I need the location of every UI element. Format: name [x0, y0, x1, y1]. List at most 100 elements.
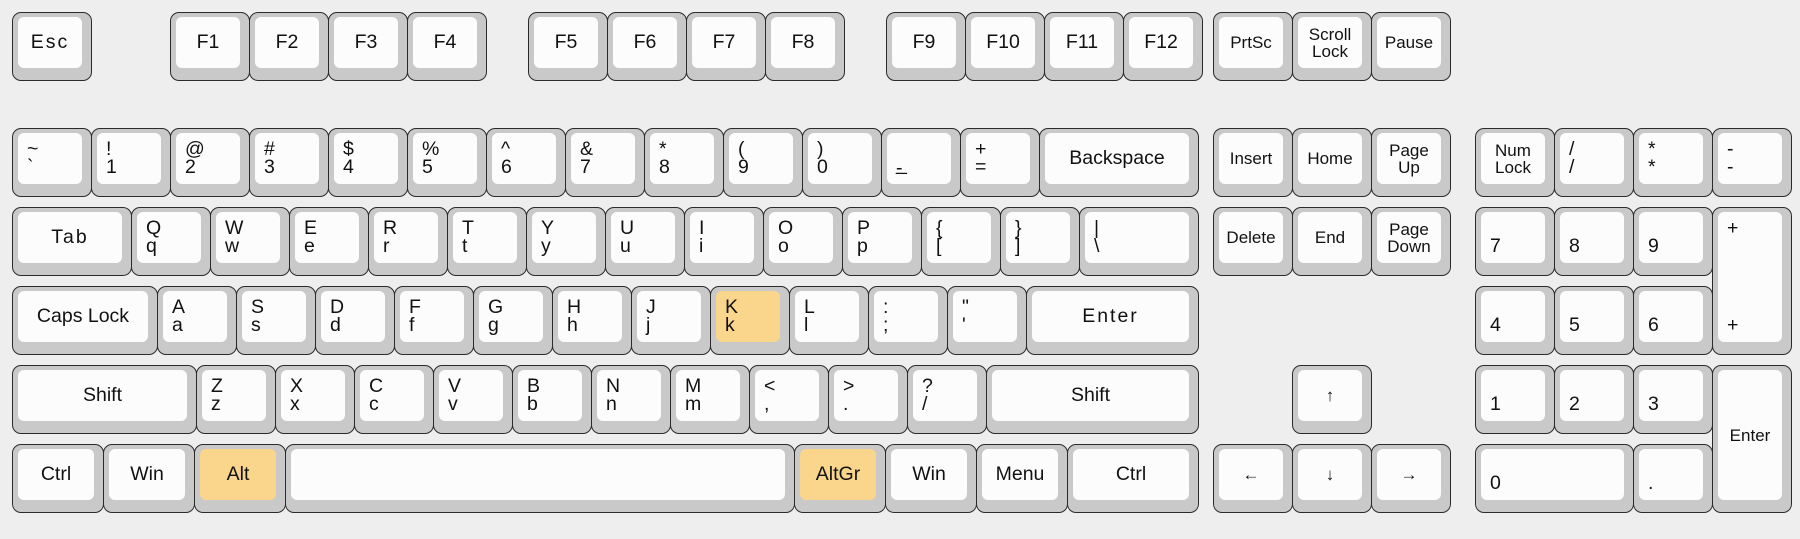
key-digit-3[interactable]: #3 — [249, 128, 329, 197]
key-b[interactable]: Bb — [512, 365, 592, 434]
key-digit-5[interactable]: % 5 — [407, 128, 487, 197]
key-digit-2[interactable]: @2 — [170, 128, 250, 197]
key-f9[interactable]: F9 — [886, 12, 966, 81]
key-numpad-add[interactable]: + + — [1712, 207, 1792, 355]
key-t[interactable]: Tt — [447, 207, 527, 276]
key-backslash[interactable]: | \ — [1079, 207, 1199, 276]
key-semicolon[interactable]: :; — [868, 286, 948, 355]
key-v[interactable]: Vv — [433, 365, 513, 434]
key-f6[interactable]: F6 — [607, 12, 687, 81]
key-f2[interactable]: F2 — [249, 12, 329, 81]
key-period[interactable]: >. — [828, 365, 908, 434]
key-f[interactable]: Ff — [394, 286, 474, 355]
key-bracket-right[interactable]: }] — [1000, 207, 1080, 276]
key-c[interactable]: Cc — [354, 365, 434, 434]
key-escape[interactable]: Esc — [12, 12, 92, 81]
key-numpad-8[interactable]: 8 — [1554, 207, 1634, 276]
key-space[interactable] — [285, 444, 795, 513]
key-d[interactable]: Dd — [315, 286, 395, 355]
key-j[interactable]: Jj — [631, 286, 711, 355]
key-f4[interactable]: F4 — [407, 12, 487, 81]
key-numpad-2[interactable]: 2 — [1554, 365, 1634, 434]
key-numpad-subtract[interactable]: -- — [1712, 128, 1792, 197]
key-menu[interactable]: Menu — [976, 444, 1068, 513]
key-caps-lock[interactable]: Caps Lock — [12, 286, 158, 355]
key-i[interactable]: Ii — [684, 207, 764, 276]
key-o[interactable]: Oo — [763, 207, 843, 276]
key-f11[interactable]: F11 — [1044, 12, 1124, 81]
key-digit-1[interactable]: ! 1 — [91, 128, 171, 197]
key-page-down[interactable]: Page Down — [1371, 207, 1451, 276]
key-a[interactable]: Aa — [157, 286, 237, 355]
key-r[interactable]: Rr — [368, 207, 448, 276]
key-f3[interactable]: F3 — [328, 12, 408, 81]
key-pause[interactable]: Pause — [1371, 12, 1451, 81]
key-f5[interactable]: F5 — [528, 12, 608, 81]
key-f12[interactable]: F12 — [1123, 12, 1203, 81]
key-numpad-4[interactable]: 4 — [1475, 286, 1555, 355]
key-z[interactable]: Zz — [196, 365, 276, 434]
key-m[interactable]: Mm — [670, 365, 750, 434]
key-numpad-5[interactable]: 5 — [1554, 286, 1634, 355]
key-digit-0[interactable]: ) 0 — [802, 128, 882, 197]
key-h[interactable]: Hh — [552, 286, 632, 355]
key-digit-7[interactable]: & 7 — [565, 128, 645, 197]
key-l[interactable]: Ll — [789, 286, 869, 355]
key-numpad-9[interactable]: 9 — [1633, 207, 1713, 276]
key-delete[interactable]: Delete — [1213, 207, 1293, 276]
key-shift-right[interactable]: Shift — [986, 365, 1199, 434]
key-numpad-0[interactable]: 0 — [1475, 444, 1634, 513]
key-backquote[interactable]: ~ ` — [12, 128, 92, 197]
key-control-right[interactable]: Ctrl — [1067, 444, 1199, 513]
key-num-lock[interactable]: Num Lock — [1475, 128, 1555, 197]
key-numpad-divide[interactable]: / / — [1554, 128, 1634, 197]
key-scroll-lock[interactable]: Scroll Lock — [1292, 12, 1372, 81]
key-g[interactable]: Gg — [473, 286, 553, 355]
key-backspace[interactable]: Backspace — [1039, 128, 1199, 197]
key-x[interactable]: Xx — [275, 365, 355, 434]
key-numpad-3[interactable]: 3 — [1633, 365, 1713, 434]
key-enter[interactable]: Enter — [1026, 286, 1199, 355]
key-f7[interactable]: F7 — [686, 12, 766, 81]
key-digit-9[interactable]: (9 — [723, 128, 803, 197]
key-arrow-up[interactable]: ↑ — [1292, 365, 1372, 434]
key-end[interactable]: End — [1292, 207, 1372, 276]
key-numpad-7[interactable]: 7 — [1475, 207, 1555, 276]
key-e[interactable]: Ee — [289, 207, 369, 276]
key-equal[interactable]: + = — [960, 128, 1040, 197]
key-win-right[interactable]: Win — [885, 444, 977, 513]
key-minus[interactable]: _ - — [881, 128, 961, 197]
key-numpad-enter[interactable]: Enter — [1712, 365, 1792, 513]
key-slash[interactable]: ? / — [907, 365, 987, 434]
key-quote[interactable]: " ' — [947, 286, 1027, 355]
key-numpad-decimal[interactable]: . — [1633, 444, 1713, 513]
key-insert[interactable]: Insert — [1213, 128, 1293, 197]
key-alt-gr[interactable]: AltGr — [794, 444, 886, 513]
key-k[interactable]: Kk — [710, 286, 790, 355]
key-comma[interactable]: <, — [749, 365, 829, 434]
key-shift-left[interactable]: Shift — [12, 365, 197, 434]
key-arrow-left[interactable]: ← — [1213, 444, 1293, 513]
key-print-screen[interactable]: PrtSc — [1213, 12, 1293, 81]
key-q[interactable]: Qq — [131, 207, 211, 276]
key-bracket-left[interactable]: {[ — [921, 207, 1001, 276]
key-f1[interactable]: F1 — [170, 12, 250, 81]
key-arrow-right[interactable]: → — [1371, 444, 1451, 513]
key-digit-6[interactable]: ^ 6 — [486, 128, 566, 197]
key-digit-4[interactable]: $4 — [328, 128, 408, 197]
key-numpad-1[interactable]: 1 — [1475, 365, 1555, 434]
key-numpad-6[interactable]: 6 — [1633, 286, 1713, 355]
key-f10[interactable]: F10 — [965, 12, 1045, 81]
key-p[interactable]: Pp — [842, 207, 922, 276]
key-numpad-multiply[interactable]: * * — [1633, 128, 1713, 197]
key-arrow-down[interactable]: ↓ — [1292, 444, 1372, 513]
key-alt-left[interactable]: Alt — [194, 444, 286, 513]
key-f8[interactable]: F8 — [765, 12, 845, 81]
key-page-up[interactable]: Page Up — [1371, 128, 1451, 197]
key-y[interactable]: Yy — [526, 207, 606, 276]
key-u[interactable]: Uu — [605, 207, 685, 276]
key-win-left[interactable]: Win — [103, 444, 195, 513]
key-s[interactable]: Ss — [236, 286, 316, 355]
key-tab[interactable]: Tab — [12, 207, 132, 276]
key-home[interactable]: Home — [1292, 128, 1372, 197]
